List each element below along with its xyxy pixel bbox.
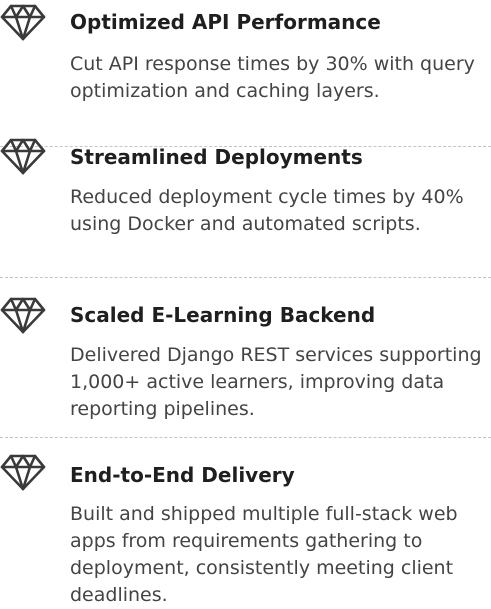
diamond-icon (0, 452, 46, 492)
achievement-title: Streamlined Deployments (70, 145, 363, 169)
diamond-icon (0, 136, 46, 176)
divider (0, 437, 491, 438)
diamond-icon (0, 295, 46, 335)
divider (0, 277, 491, 278)
diamond-icon (0, 2, 46, 42)
achievement-title: Optimized API Performance (70, 10, 381, 34)
achievement-description: Built and shipped multiple full-stack we… (70, 503, 458, 606)
achievement-description: Cut API response times by 30% with query… (70, 53, 475, 102)
achievement-description: Delivered Django REST services supportin… (70, 344, 482, 420)
achievements-list: Optimized API Performance Cut API respon… (0, 0, 491, 606)
achievement-title: Scaled E-Learning Backend (70, 303, 376, 327)
achievement-title: End-to-End Delivery (70, 463, 295, 487)
achievement-description: Reduced deployment cycle times by 40% us… (70, 186, 464, 235)
